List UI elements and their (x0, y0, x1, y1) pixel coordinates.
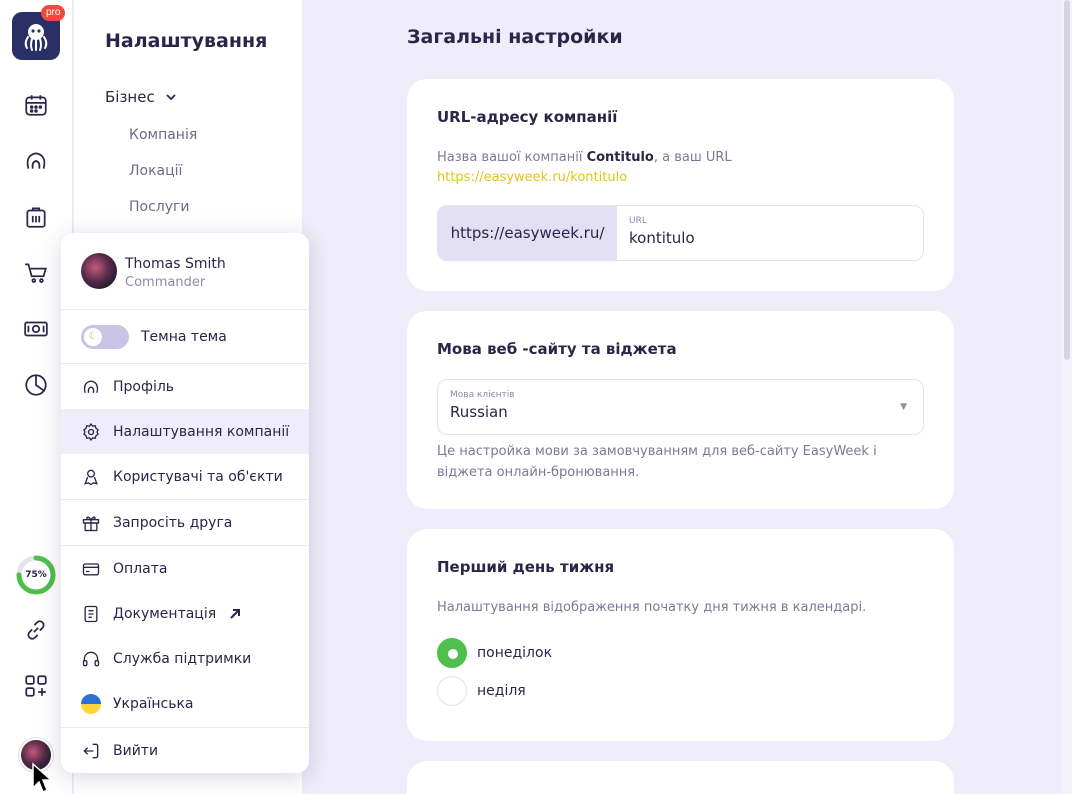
select-label: Мова клієнтів (450, 390, 515, 400)
cart-icon[interactable] (22, 259, 50, 287)
calendar-icon[interactable] (22, 91, 50, 119)
url-field-value: kontitulo (629, 229, 695, 247)
gear-icon (81, 422, 101, 442)
url-card: URL-адресу компанії Назва вашої компанії… (407, 79, 954, 291)
business-group-toggle[interactable]: Бізнес (105, 88, 177, 106)
card-icon (81, 559, 101, 579)
menu-item-language[interactable]: Українська (61, 681, 309, 726)
language-card-title: Мова веб -сайту та віджета (437, 340, 677, 358)
select-value: Russian (450, 403, 508, 421)
dark-theme-toggle[interactable]: ☾ (81, 324, 129, 349)
settings-title: Налаштування (105, 30, 268, 52)
dark-theme-row: ☾ Темна тема (61, 314, 309, 359)
settings-item-locations[interactable]: Локації (129, 163, 182, 179)
gift-icon (81, 513, 101, 533)
menu-item-label: Профіль (113, 378, 175, 395)
menu-item-profile[interactable]: Профіль (61, 364, 309, 409)
settings-item-company[interactable]: Компанія (129, 127, 197, 143)
chevron-down-icon (166, 94, 176, 101)
page-scrollbar[interactable] (1062, 0, 1072, 794)
user-menu: Thomas Smith Commander ☾ Темна тема Проф… (61, 233, 309, 773)
client-language-select[interactable]: Мова клієнтів Russian ▼ (437, 379, 924, 435)
language-card-description: Це настройка мови за замовчуванням для в… (437, 444, 877, 480)
users-icon (81, 467, 101, 487)
moon-icon: ☾ (84, 327, 102, 346)
week-start-description: Налаштування відображення початку дня ти… (437, 600, 867, 615)
next-card-partial (407, 761, 954, 794)
headset-icon (81, 649, 101, 669)
menu-item-support[interactable]: Служба підтримки (61, 636, 309, 681)
profile-icon (81, 377, 101, 397)
company-url-link[interactable]: https://easyweek.ru/kontitulo (437, 170, 627, 185)
services-box-icon[interactable] (22, 203, 50, 231)
business-group-label: Бізнес (105, 88, 155, 106)
menu-item-logout[interactable]: Вийти (61, 728, 309, 773)
url-input-group: https://easyweek.ru/ URL kontitulo (437, 205, 924, 261)
external-link-arrow-icon (230, 608, 241, 619)
menu-item-documentation[interactable]: Документація (61, 591, 309, 636)
radio-button[interactable] (437, 676, 467, 706)
url-slug-input[interactable]: URL kontitulo (617, 206, 923, 260)
menu-item-label: Вийти (113, 742, 159, 759)
menu-item-payment[interactable]: Оплата (61, 546, 309, 591)
user-info: Thomas Smith Commander (61, 233, 309, 310)
settings-item-services[interactable]: Послуги (129, 199, 189, 215)
week-start-card-title: Перший день тижня (437, 558, 615, 576)
menu-item-label: Українська (113, 695, 194, 712)
menu-item-label: Налаштування компанії (113, 423, 290, 440)
url-card-title: URL-адресу компанії (437, 108, 618, 126)
user-name: Thomas Smith (125, 256, 226, 272)
scrollbar-thumb[interactable] (1064, 0, 1070, 360)
clients-icon[interactable] (22, 147, 50, 175)
mouse-cursor-icon (32, 762, 53, 794)
reports-pie-icon[interactable] (22, 371, 50, 399)
pro-badge: pro (41, 5, 66, 21)
octopus-logo-icon (24, 24, 48, 51)
language-card: Мова веб -сайту та віджета Мова клієнтів… (407, 311, 954, 509)
dark-theme-label: Темна тема (141, 328, 227, 345)
page-title: Загальні настройки (407, 26, 623, 48)
menu-item-invite-friend[interactable]: Запросіть друга (61, 500, 309, 545)
radio-label: понеділок (477, 645, 553, 661)
setup-progress-ring[interactable]: 75% (15, 554, 57, 596)
user-role: Commander (125, 275, 206, 290)
menu-item-company-settings[interactable]: Налаштування компанії (61, 409, 309, 454)
menu-item-label: Служба підтримки (113, 650, 252, 667)
week-start-card: Перший день тижня Налаштування відображе… (407, 529, 954, 741)
radio-option-sunday[interactable]: неділя (437, 676, 526, 706)
menu-item-users-objects[interactable]: Користувачі та об'єкти (61, 454, 309, 499)
radio-label: неділя (477, 683, 526, 699)
url-field-label: URL (629, 216, 647, 226)
menu-item-label: Запросіть друга (113, 514, 233, 531)
money-icon[interactable] (22, 315, 50, 343)
ukraine-flag-icon (81, 693, 101, 714)
link-icon[interactable] (22, 616, 50, 644)
logout-icon (81, 741, 101, 761)
avatar (81, 253, 117, 289)
radio-button[interactable] (437, 638, 467, 668)
url-prefix: https://easyweek.ru/ (438, 206, 617, 260)
menu-item-label: Документація (113, 605, 217, 622)
caret-down-icon: ▼ (900, 402, 907, 412)
progress-label: 75% (25, 570, 47, 580)
menu-item-label: Оплата (113, 560, 168, 577)
menu-item-label: Користувачі та об'єкти (113, 468, 283, 485)
url-card-description: Назва вашої компанії Contitulo, а ваш UR… (437, 150, 732, 165)
document-icon (81, 604, 101, 624)
apps-add-icon[interactable] (22, 672, 50, 700)
radio-option-monday[interactable]: понеділок (437, 638, 552, 668)
